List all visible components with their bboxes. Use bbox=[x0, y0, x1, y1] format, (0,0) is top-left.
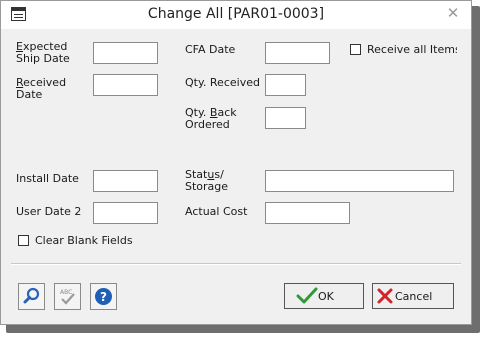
cancel-label: Cancel bbox=[395, 290, 433, 303]
spellcheck-icon: ABC bbox=[60, 289, 75, 305]
received-label-line2: Date bbox=[16, 88, 43, 101]
qty-back-ordered-label: Qty. Back Ordered bbox=[185, 107, 237, 131]
cancel-x-icon bbox=[377, 288, 393, 304]
clear-blank-fields-label[interactable]: Clear Blank Fields bbox=[35, 235, 133, 247]
magnifier-icon bbox=[23, 287, 40, 304]
expected-ship-date-label: Expected Ship Date bbox=[16, 41, 70, 65]
user-date-2-field[interactable] bbox=[93, 202, 158, 224]
qty-received-label: Qty. Received bbox=[185, 76, 260, 89]
qty-back-ordered-field[interactable] bbox=[265, 107, 306, 129]
actual-cost-field[interactable] bbox=[265, 202, 350, 224]
spellcheck-text: ABC bbox=[60, 289, 72, 296]
status-storage-field[interactable] bbox=[265, 170, 454, 192]
window-title: Change All [PAR01-0003] bbox=[147, 6, 325, 22]
help-button[interactable]: ? bbox=[90, 283, 117, 310]
install-date-field[interactable] bbox=[93, 170, 158, 192]
user-date-2-label: User Date 2 bbox=[16, 205, 82, 218]
separator bbox=[11, 263, 461, 265]
status-storage-label: Status/ Storage bbox=[185, 169, 228, 193]
install-date-label: Install Date bbox=[16, 172, 79, 185]
qty-received-field[interactable] bbox=[265, 74, 306, 96]
close-icon[interactable]: ✕ bbox=[445, 5, 461, 21]
ok-button[interactable]: OK bbox=[284, 283, 364, 309]
qty-back-line2: Ordered bbox=[185, 118, 230, 131]
received-date-label: Received Date bbox=[16, 77, 66, 101]
help-text: ? bbox=[100, 290, 107, 304]
receive-all-items-label[interactable]: Receive all Items bbox=[367, 44, 457, 56]
title-bar: Change All [PAR01-0003] ✕ bbox=[1, 1, 471, 29]
cfa-date-label: CFA Date bbox=[185, 43, 236, 56]
ok-label: OK bbox=[318, 290, 334, 303]
cancel-button[interactable]: Cancel bbox=[372, 283, 454, 309]
clear-blank-fields-checkbox[interactable] bbox=[18, 235, 29, 246]
received-date-field[interactable] bbox=[93, 74, 158, 96]
cfa-date-field[interactable] bbox=[265, 42, 330, 64]
receive-all-items-checkbox[interactable] bbox=[350, 44, 361, 55]
help-icon: ? bbox=[95, 288, 112, 305]
expected-label-line2: Ship Date bbox=[16, 52, 70, 65]
search-button[interactable] bbox=[18, 283, 45, 310]
status-line2: Storage bbox=[185, 180, 229, 193]
checkmark-icon bbox=[296, 287, 318, 304]
expected-ship-date-field[interactable] bbox=[93, 42, 158, 64]
spellcheck-button[interactable]: ABC bbox=[54, 283, 81, 310]
change-all-dialog: Change All [PAR01-0003] ✕ Expected Ship … bbox=[0, 0, 472, 325]
actual-cost-label: Actual Cost bbox=[185, 205, 248, 218]
